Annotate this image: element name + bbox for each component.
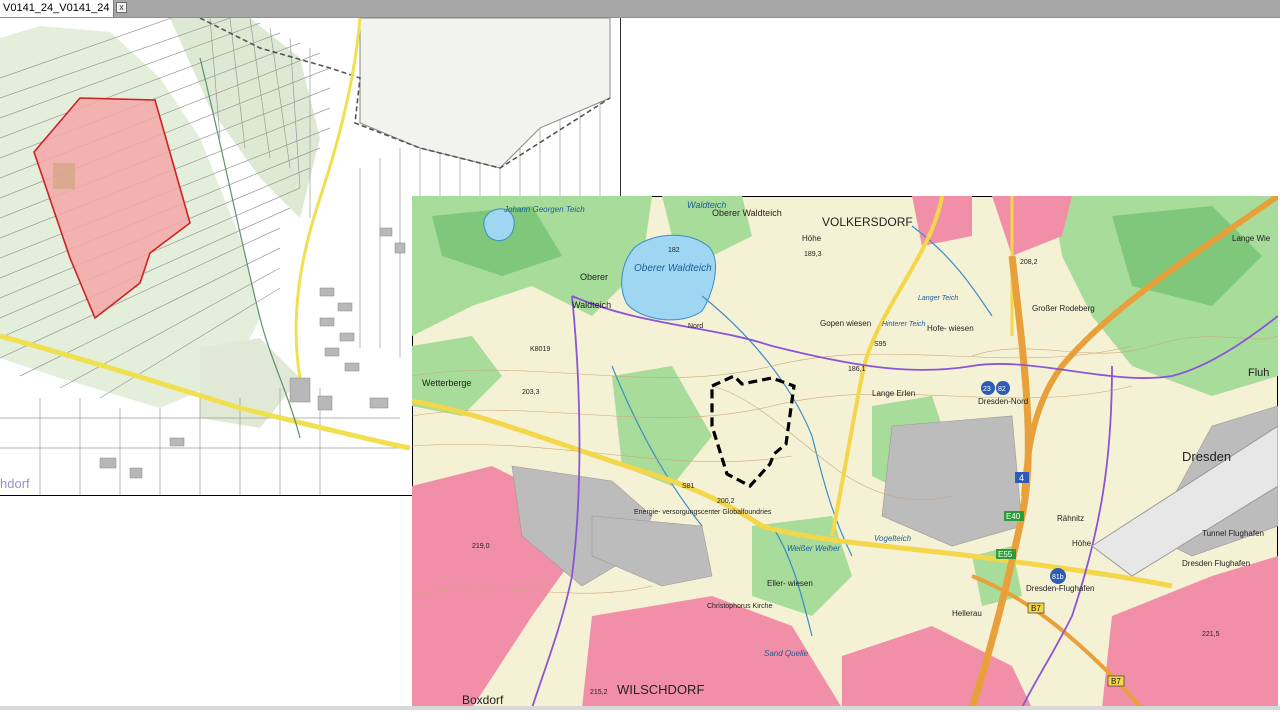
tab-title: V0141_24_V0141_24 <box>3 2 110 14</box>
elevation-label: 208,2 <box>1020 259 1038 266</box>
elevation-label: 182 <box>668 247 680 254</box>
label-fluh: Fluh <box>1248 367 1269 379</box>
label-hofe-wiesen: Hofe- wiesen <box>927 324 974 333</box>
label-nord: Nord <box>688 323 703 330</box>
elevation-label: 215,2 <box>590 689 608 696</box>
city-label-dresden: Dresden <box>1182 449 1231 464</box>
label-lange-erlen: Lange Erlen <box>872 389 915 398</box>
elevation-label: 221,5 <box>1202 631 1220 638</box>
federal-road-b7: B7 <box>1031 604 1041 613</box>
label-ellerwiesen: Eller- wiesen <box>767 579 813 588</box>
label-flughafen: Dresden Flughafen <box>1182 559 1250 568</box>
elevation-label: 189,3 <box>804 251 822 258</box>
topographic-map[interactable]: VOLKERSDORF Oberer Waldteich Oberer Wald… <box>411 193 1280 710</box>
elevation-label: 219,0 <box>472 543 490 550</box>
exit-23: 23 <box>983 386 991 393</box>
label-hohe-right: Höhe <box>1072 539 1092 548</box>
tab-close-icon[interactable]: x <box>116 2 127 13</box>
label-lange-wie: Lange Wie <box>1232 234 1271 243</box>
tab-bar: V0141_24_V0141_24 x <box>0 0 1280 18</box>
euro-route-e40: E40 <box>1006 512 1021 521</box>
town-label-boxdorf: Boxdorf <box>462 693 504 707</box>
road-label-s95: S95 <box>874 341 887 348</box>
label-hellerau: Hellerau <box>952 609 982 618</box>
label-sand-quelle: Sand Quelle <box>764 649 809 658</box>
exit-81b: 81b <box>1052 574 1064 581</box>
elevation-label: 186,1 <box>848 366 866 373</box>
label-oberer: Oberer <box>580 272 608 282</box>
label-energie: Energie- versorgungscenter Globalfoundri… <box>634 509 772 516</box>
federal-road-b7: B7 <box>1111 677 1121 686</box>
label-waldteich: Waldteich <box>687 200 726 210</box>
exit-82: 82 <box>998 386 1006 393</box>
map-divider <box>620 18 621 196</box>
parcel-building <box>53 163 75 189</box>
label-grosser-rodeberg: Großer Rodeberg <box>1032 304 1095 313</box>
label-rahnitz: Rähnitz <box>1057 514 1084 523</box>
euro-route-e55: E55 <box>998 550 1013 559</box>
label-gopen-wiesen: Gopen wiesen <box>820 319 871 328</box>
place-label: hdorf <box>0 476 30 491</box>
label-hohe-top: Höhe <box>802 234 822 243</box>
road-label-k8019: K8019 <box>530 346 550 353</box>
label-wetterberge: Wetterberge <box>422 378 471 388</box>
status-strip <box>0 706 1280 710</box>
label-langer-teich: Langer Teich <box>918 295 958 302</box>
label-johann-georgen: Johann Georgen Teich <box>503 205 585 214</box>
label-christophorus: Christophorus Kirche <box>707 603 772 610</box>
elevation-label: 203,3 <box>522 389 540 396</box>
label-hinterer-teich: Hinterer Teich <box>882 321 925 328</box>
motorway-number: 4 <box>1019 473 1024 483</box>
document-tab[interactable]: V0141_24_V0141_24 <box>0 0 115 17</box>
label-weiher: Weißer Weiher <box>787 544 840 553</box>
label-tunnel: Tunnel Flughafen <box>1202 529 1264 538</box>
label-dresden-nord: Dresden-Nord <box>978 397 1028 406</box>
map-frame-line <box>0 495 412 496</box>
topographic-map-svg: VOLKERSDORF Oberer Waldteich Oberer Wald… <box>411 193 1280 710</box>
label-waldteich-small: Waldteich <box>572 300 611 310</box>
label-vogelteich: Vogelteich <box>874 534 912 543</box>
road-label-s81: S81 <box>682 483 695 490</box>
elevation-label: 200,2 <box>717 498 735 505</box>
label-dresden-flughafen: Dresden-Flughafen <box>1026 584 1094 593</box>
town-label-wilschdorf: WILSCHDORF <box>617 682 704 697</box>
town-label-volkersdorf: VOLKERSDORF <box>822 215 913 229</box>
lake-label: Oberer Waldteich <box>634 263 712 274</box>
